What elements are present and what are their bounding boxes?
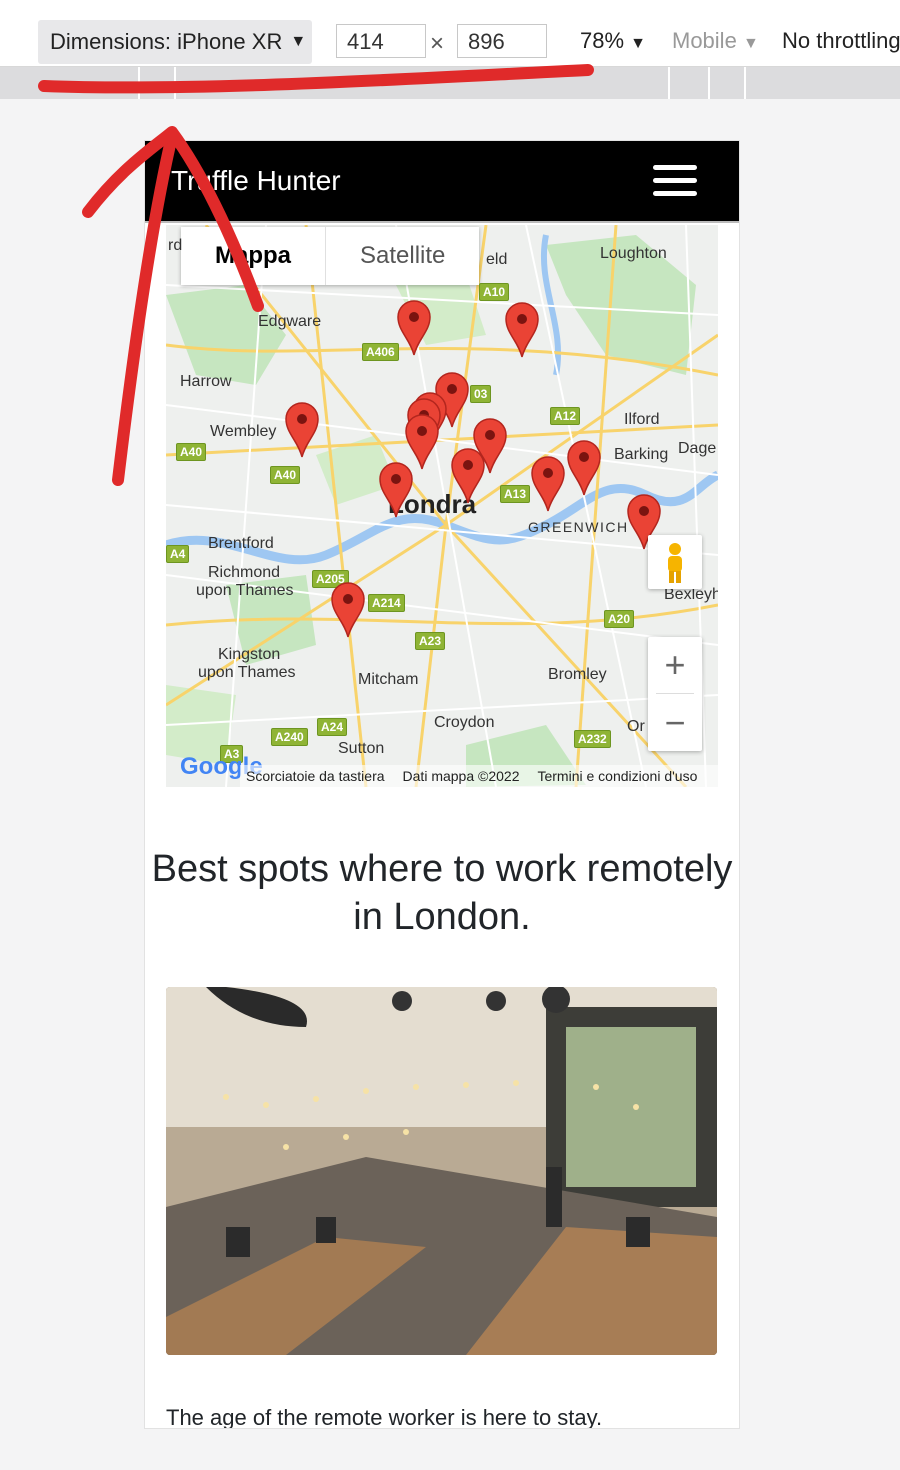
road-shield: A23	[415, 632, 446, 650]
zoom-value: 78%	[580, 28, 625, 53]
devtools-toolbar: Dimensions: iPhone XR ▼ 414 × 896 78% ▼ …	[0, 0, 900, 67]
map-label: Mitcham	[358, 671, 419, 688]
device-dimensions-dropdown[interactable]: Dimensions: iPhone XR ▼	[38, 20, 312, 64]
map-marker-icon[interactable]	[504, 301, 540, 359]
width-input[interactable]: 414	[336, 24, 426, 58]
road-shield: A40	[176, 443, 207, 461]
road-shield: A214	[368, 594, 405, 612]
caret-down-icon: ▼	[290, 33, 307, 50]
road-shield: A12	[550, 407, 581, 425]
road-shield: 03	[470, 385, 492, 403]
map-attribution: Scorciatoie da tastiera Dati mappa ©2022…	[240, 765, 718, 787]
map-marker-icon[interactable]	[330, 581, 366, 639]
map-label: Harrow	[180, 373, 232, 390]
map-type-mappa[interactable]: Mappa	[181, 227, 327, 285]
map-type-control: Mappa Satellite	[181, 227, 480, 285]
map-label: Wembley	[210, 423, 277, 440]
map-data-label: Dati mappa ©2022	[402, 768, 520, 784]
map-label: Richmond	[208, 564, 281, 581]
intro-paragraph: The age of the remote worker is here to …	[166, 1405, 603, 1428]
map-label: upon Thames	[196, 582, 294, 599]
map-label: GREENWICH	[528, 519, 629, 535]
map-label: upon Thames	[198, 664, 296, 681]
height-input[interactable]: 896	[457, 24, 547, 58]
map-label: Edgware	[258, 313, 322, 330]
road-shield: A20	[604, 610, 635, 628]
hamburger-icon[interactable]	[653, 163, 697, 199]
keyboard-shortcuts-link[interactable]: Scorciatoie da tastiera	[246, 768, 385, 784]
road-shield: A406	[362, 343, 399, 361]
map-marker-icon[interactable]	[530, 455, 566, 513]
road-shield: A40	[270, 466, 301, 484]
map-label: Barking	[614, 446, 669, 463]
site-brand[interactable]: Truffle Hunter	[171, 165, 341, 197]
map-marker-icon[interactable]	[284, 401, 320, 459]
pegman-icon[interactable]	[648, 535, 702, 589]
map-label: Kingston	[218, 646, 281, 663]
map-marker-icon[interactable]	[396, 299, 432, 357]
map-label: Bromley	[548, 666, 607, 683]
device-dimensions-label: Dimensions: iPhone XR	[50, 29, 283, 54]
road-shield: A232	[574, 730, 611, 748]
road-shield: A4	[166, 545, 190, 563]
map-label: Brentford	[208, 535, 274, 552]
map-label: Loughton	[600, 245, 667, 262]
map-type-satellite[interactable]: Satellite	[326, 227, 479, 285]
zoom-out-button[interactable]: −	[648, 695, 702, 751]
device-type-dropdown[interactable]: Mobile ▼	[672, 28, 759, 54]
divider	[145, 221, 739, 223]
coworking-photo	[166, 987, 717, 1355]
device-type-value: Mobile	[672, 28, 737, 53]
map-label: eld	[486, 251, 508, 268]
map-label: Croydon	[434, 714, 495, 731]
zoom-dropdown[interactable]: 78% ▼	[580, 28, 646, 54]
road-shield: A240	[271, 728, 308, 746]
map-label: Ilford	[624, 411, 660, 428]
throttling-dropdown[interactable]: No throttling	[782, 28, 900, 54]
road-shield: A13	[500, 485, 531, 503]
map-marker-icon[interactable]	[450, 447, 486, 505]
caret-down-icon: ▼	[630, 35, 647, 52]
zoom-in-button[interactable]: +	[648, 637, 702, 693]
map-label: Sutton	[338, 740, 385, 757]
road-shield: A24	[317, 718, 348, 736]
zoom-control: + −	[648, 637, 702, 751]
road-shield: A10	[479, 283, 510, 301]
times-icon: ×	[430, 30, 445, 57]
map-label: Dage	[678, 440, 717, 457]
divider	[656, 693, 694, 694]
device-viewport: Truffle Hunter Mappa Satellite Loughton …	[145, 141, 739, 1428]
site-navbar: Truffle Hunter	[145, 141, 739, 221]
map-marker-icon[interactable]	[566, 439, 602, 497]
page-headline: Best spots where to work remotely in Lon…	[151, 848, 733, 938]
google-map[interactable]: Mappa Satellite Loughton Edgware Harrow …	[166, 225, 718, 787]
map-marker-icon[interactable]	[378, 461, 414, 519]
terms-link[interactable]: Termini e condizioni d'uso	[537, 768, 697, 784]
map-label: rd	[168, 237, 183, 254]
media-query-ruler[interactable]	[0, 67, 900, 99]
caret-down-icon: ▼	[742, 35, 759, 52]
map-label: Or	[627, 718, 645, 735]
